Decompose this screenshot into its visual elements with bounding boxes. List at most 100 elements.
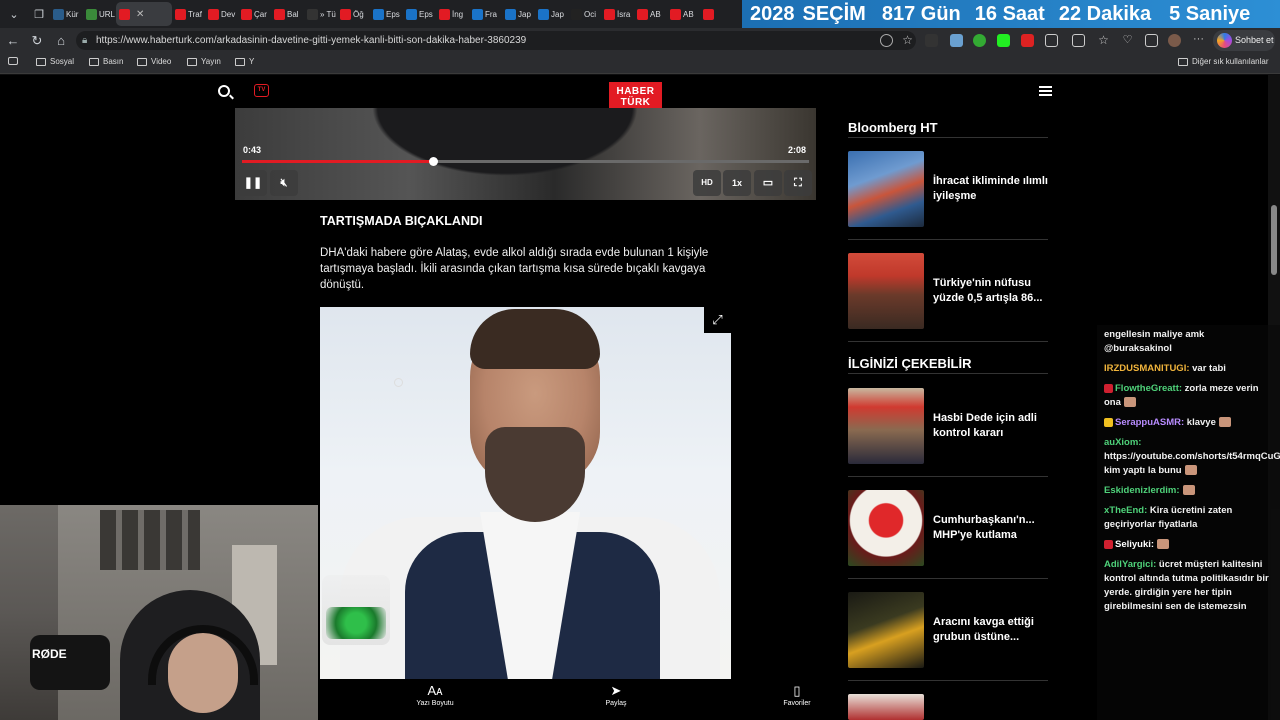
reload-icon[interactable]: ↻ bbox=[25, 33, 49, 49]
hd-quality-button[interactable]: HD bbox=[693, 170, 721, 196]
lock-icon[interactable]: 🔒︎ bbox=[82, 31, 87, 50]
browser-tab[interactable]: Öğ bbox=[337, 2, 370, 26]
hamburger-menu-icon[interactable] bbox=[1039, 86, 1052, 96]
tab-favicon-icon bbox=[703, 8, 714, 20]
video-scrub-handle[interactable] bbox=[428, 157, 438, 166]
browser-tab[interactable]: Oci bbox=[568, 2, 601, 26]
url-field[interactable]: 🔒︎ https://www.haberturk.com/arkadasinin… bbox=[76, 31, 916, 50]
favorite-star-icon[interactable]: ☆ bbox=[901, 34, 914, 47]
browser-tab[interactable]: Traf bbox=[172, 2, 205, 26]
favorites-icon[interactable]: ☆ bbox=[1097, 34, 1110, 47]
bloomberg-section-title[interactable]: Bloomberg HT bbox=[848, 120, 938, 135]
bookmark-folder-yayin[interactable]: Yayın bbox=[187, 57, 221, 66]
tab-favicon-icon bbox=[505, 8, 516, 20]
browser-tab[interactable] bbox=[700, 2, 733, 26]
bookmark-folder-basin[interactable]: Basın bbox=[89, 57, 123, 66]
playback-speed-button[interactable]: 1x bbox=[723, 170, 751, 196]
extension-icon-5[interactable] bbox=[1021, 34, 1034, 47]
browser-tab[interactable]: Çar bbox=[238, 2, 271, 26]
news-thumbnail bbox=[848, 151, 924, 227]
browser-tab[interactable]: Eps bbox=[403, 2, 436, 26]
extension-icon-2[interactable] bbox=[950, 34, 963, 47]
fullscreen-button[interactable]: ⛶ bbox=[784, 170, 812, 196]
browser-tab[interactable]: Jap bbox=[502, 2, 535, 26]
mute-button[interactable]: 🔇︎ bbox=[270, 170, 298, 196]
pause-button[interactable]: ❚❚ bbox=[239, 170, 267, 196]
chat-message: engellesin maliye amk @buraksakinol bbox=[1104, 328, 1274, 356]
countdown-hours: 16 Saat bbox=[974, 2, 1045, 25]
interest-news-card[interactable] bbox=[848, 694, 1048, 720]
article-action-bar: Aᴀ Yazı Boyutu ➤ Paylaş ▯ Favoriler bbox=[320, 679, 814, 720]
extension-icon-4[interactable] bbox=[997, 34, 1010, 47]
bookmark-label: Sosyal bbox=[50, 57, 75, 66]
streamer-webcam: RØDE bbox=[0, 505, 318, 720]
copilot-chat-button[interactable]: Sohbet et bbox=[1213, 30, 1275, 51]
video-player[interactable]: 0:43 2:08 ❚❚ 🔇︎ HD 1x ▭ ⛶ bbox=[235, 108, 816, 200]
bloomberg-news-card[interactable]: İhracat ikliminde ılımlı iyileşme bbox=[848, 151, 1048, 227]
extension-icon-3[interactable] bbox=[973, 34, 986, 47]
tab-actions-menu-icon[interactable]: ⌄ bbox=[3, 3, 25, 25]
interest-news-card[interactable]: Aracını kavga ettiği grubun üstüne... bbox=[848, 592, 1048, 668]
microphone: RØDE bbox=[30, 635, 110, 690]
news-thumbnail bbox=[848, 694, 924, 720]
browser-tab[interactable]: Bal bbox=[271, 2, 304, 26]
back-icon[interactable]: ← bbox=[1, 33, 25, 48]
share-button[interactable]: ➤ Paylaş bbox=[586, 683, 646, 707]
browser-essentials-icon[interactable]: ♡ bbox=[1121, 34, 1134, 47]
browser-tab[interactable]: URL bbox=[83, 2, 116, 26]
browser-tab[interactable]: » Tü bbox=[304, 2, 337, 26]
chat-username: IRZDUSMANITUGI: bbox=[1104, 363, 1190, 374]
election-countdown-banner[interactable]: 2028 SEÇİM 817 Gün 16 Saat 22 Dakika 5 S… bbox=[742, 0, 1280, 28]
folder-icon bbox=[89, 57, 99, 66]
tab-favicon-icon bbox=[472, 8, 483, 20]
browser-tab[interactable]: İng bbox=[436, 2, 469, 26]
browser-tab[interactable]: AB bbox=[634, 2, 667, 26]
browser-tab[interactable]: Kür bbox=[50, 2, 83, 26]
bookmark-folder-sosyal[interactable]: Sosyal bbox=[36, 57, 74, 66]
scrollbar-thumb[interactable] bbox=[1271, 205, 1277, 275]
tv-icon[interactable]: TV bbox=[254, 84, 269, 97]
close-tab-icon[interactable]: ✕ bbox=[136, 9, 144, 20]
bookmarks-bar: Sosyal Basın Video Yayın Y Diğer sık kul… bbox=[0, 53, 1280, 74]
bloomberg-news-card[interactable]: Türkiye'nin nüfusu yüzde 0,5 artışla 86.… bbox=[848, 253, 1048, 329]
browser-tab[interactable]: Eps bbox=[370, 2, 403, 26]
photo-beard bbox=[485, 427, 585, 522]
interest-news-card[interactable]: Hasbi Dede için adli kontrol kararı bbox=[848, 388, 1048, 464]
tab-label: Bal bbox=[287, 9, 299, 19]
browser-tab[interactable]: ✕ bbox=[116, 2, 172, 26]
collections-icon[interactable] bbox=[1145, 34, 1158, 47]
home-icon[interactable]: ⌂ bbox=[49, 33, 73, 48]
profile-avatar-icon[interactable] bbox=[1168, 34, 1181, 47]
bookmark-folder-y[interactable]: Y bbox=[235, 57, 254, 66]
browser-tab[interactable]: İsra bbox=[601, 2, 634, 26]
extension-icon-1[interactable] bbox=[925, 34, 938, 47]
browser-tab[interactable]: Jap bbox=[535, 2, 568, 26]
other-bookmarks-folder[interactable]: Diğer sık kullanılanlar bbox=[1178, 57, 1268, 66]
more-menu-icon[interactable]: ··· bbox=[1192, 34, 1205, 47]
section-divider bbox=[848, 373, 1048, 374]
folder-icon bbox=[187, 57, 197, 66]
workspaces-icon[interactable]: ❐ bbox=[28, 3, 50, 25]
chat-message: auXiom: https://youtube.com/shorts/t54rm… bbox=[1104, 436, 1280, 478]
section-divider bbox=[848, 476, 1048, 477]
reader-mode-icon[interactable] bbox=[880, 34, 893, 47]
section-divider bbox=[848, 137, 1048, 138]
interest-news-card[interactable]: Cumhurbaşkanı'n... MHP'ye kutlama bbox=[848, 490, 1048, 566]
browser-tab[interactable]: Dev bbox=[205, 2, 238, 26]
bookmark-folder-video[interactable]: Video bbox=[137, 57, 171, 66]
tab-favicon-icon bbox=[538, 8, 549, 20]
picture-in-picture-button[interactable]: ▭ bbox=[754, 170, 782, 196]
font-size-button[interactable]: Aᴀ Yazı Boyutu bbox=[405, 683, 465, 707]
tab-favicon-icon bbox=[86, 8, 97, 20]
bookmarks-toggle-icon[interactable] bbox=[8, 57, 22, 65]
video-progress-bar[interactable] bbox=[242, 157, 809, 166]
browser-tab[interactable]: AB bbox=[667, 2, 700, 26]
split-screen-icon[interactable] bbox=[1072, 34, 1085, 47]
news-title: Cumhurbaşkanı'n... MHP'ye kutlama bbox=[933, 514, 1035, 541]
expand-photo-icon[interactable]: ⤢ bbox=[704, 307, 731, 333]
news-title: İhracat ikliminde ılımlı iyileşme bbox=[933, 175, 1048, 202]
search-icon[interactable] bbox=[218, 85, 230, 97]
favorites-button[interactable]: ▯ Favoriler bbox=[767, 683, 827, 707]
extensions-puzzle-icon[interactable] bbox=[1045, 34, 1058, 47]
browser-tab[interactable]: Fra bbox=[469, 2, 502, 26]
